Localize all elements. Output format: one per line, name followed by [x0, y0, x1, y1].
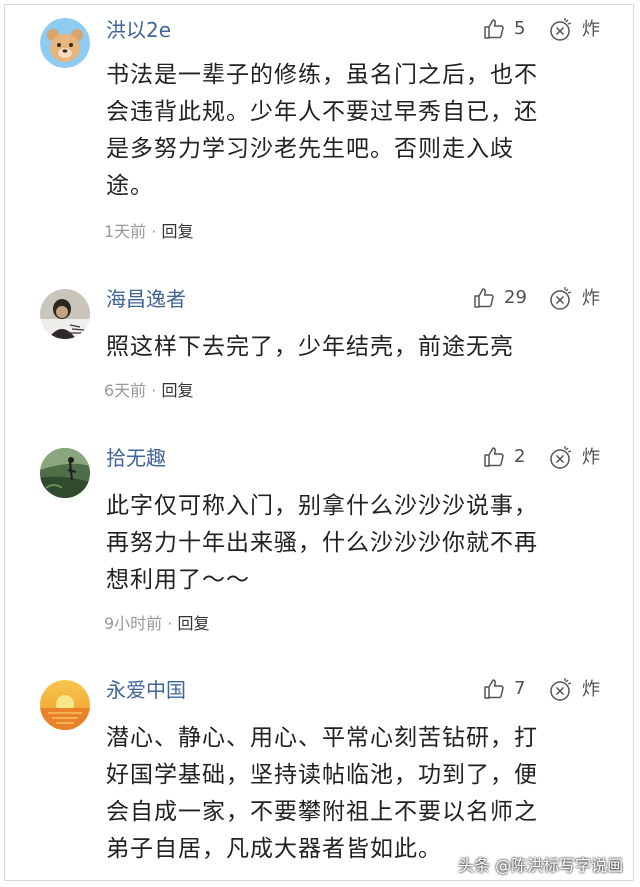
report-label: 炸 — [582, 288, 600, 309]
username[interactable]: 永爱中国 — [106, 678, 186, 702]
comment-time: 6天前 — [104, 381, 147, 400]
watermark: 头条 @陈洪标写字说画 — [458, 856, 624, 875]
thumbs-up-icon — [484, 679, 504, 699]
username[interactable]: 拾无趣 — [106, 446, 166, 470]
thumbs-up-icon — [474, 288, 494, 308]
thumbs-up-icon — [484, 447, 504, 467]
meta-separator: · — [167, 614, 173, 633]
report-icon — [550, 287, 572, 310]
sunset-avatar-icon — [40, 680, 90, 730]
report-label: 炸 — [582, 19, 600, 40]
meta-separator: · — [151, 222, 157, 241]
comment-meta: 1天前 · 回复 — [104, 222, 193, 242]
comment-meta: 6天前 · 回复 — [104, 381, 193, 401]
like-count: 2 — [514, 446, 526, 467]
like-button[interactable]: 7 — [482, 677, 525, 701]
reply-button[interactable]: 回复 — [161, 222, 193, 241]
like-button[interactable]: 29 — [472, 286, 527, 310]
like-count: 29 — [504, 287, 527, 308]
report-label: 炸 — [582, 679, 600, 700]
meta-separator: · — [151, 381, 157, 400]
user-avatar[interactable] — [40, 680, 90, 730]
bear-avatar-icon — [40, 18, 90, 68]
like-button[interactable]: 2 — [482, 445, 525, 469]
comment-text: 书法是一辈子的修练，虽名门之后，也不 会违背此规。少年人不要过早秀自已，还 是多… — [106, 62, 538, 199]
comment-meta: 9小时前 · 回复 — [104, 614, 209, 634]
report-icon — [550, 678, 572, 701]
calligraphy-photo-avatar-icon — [40, 289, 90, 339]
report-label: 炸 — [582, 447, 600, 468]
report-button[interactable]: 炸 — [548, 445, 600, 471]
comment-time: 9小时前 — [104, 614, 163, 633]
comment-text: 照这样下去完了，少年结壳，前途无亮 — [106, 334, 514, 360]
comment-time: 1天前 — [104, 222, 147, 241]
like-button[interactable]: 5 — [482, 17, 525, 41]
report-button[interactable]: 炸 — [548, 286, 600, 312]
like-count: 5 — [514, 18, 526, 39]
user-avatar[interactable] — [40, 18, 90, 68]
report-button[interactable]: 炸 — [548, 677, 600, 703]
report-button[interactable]: 炸 — [548, 17, 600, 43]
comment-text: 潜心、静心、用心、平常心刻苦钻研，打 好国学基础，坚持读帖临池，功到了，便 会自… — [106, 725, 538, 862]
report-icon — [550, 446, 572, 469]
reply-button[interactable]: 回复 — [161, 381, 193, 400]
report-icon — [550, 18, 572, 41]
username[interactable]: 洪以2e — [106, 18, 171, 42]
username[interactable]: 海昌逸者 — [106, 287, 186, 311]
thumbs-up-icon — [484, 19, 504, 39]
comment-text: 此字仅可称入门，别拿什么沙沙沙说事， 再努力十年出来骚，什么沙沙沙你就不再 想利… — [106, 493, 538, 593]
reply-button[interactable]: 回复 — [177, 614, 209, 633]
user-avatar[interactable] — [40, 289, 90, 339]
like-count: 7 — [514, 678, 526, 699]
nature-photo-avatar-icon — [40, 448, 90, 498]
user-avatar[interactable] — [40, 448, 90, 498]
